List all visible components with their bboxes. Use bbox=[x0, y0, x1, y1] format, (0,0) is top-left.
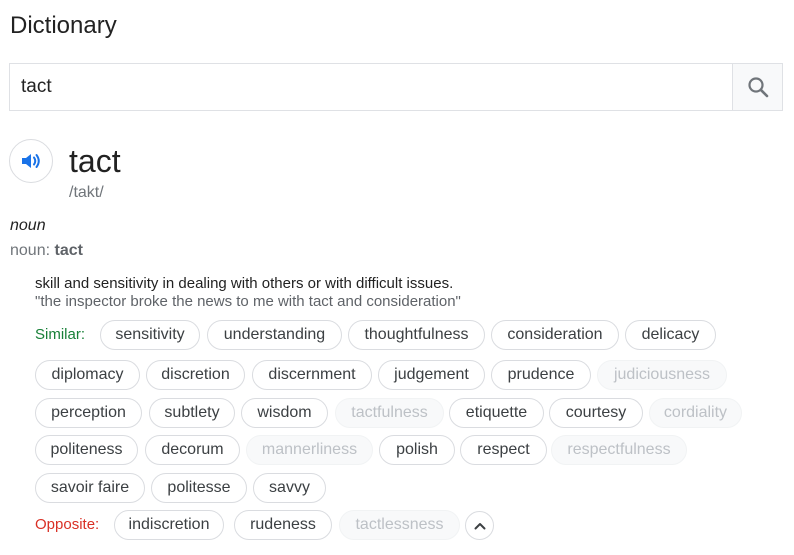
similar-word-chip[interactable]: diplomacy bbox=[35, 360, 140, 390]
similar-word-chip[interactable]: subtlety bbox=[149, 398, 235, 428]
similar-word-chip[interactable]: respectfulness bbox=[551, 435, 687, 465]
similar-word-chip[interactable]: courtesy bbox=[549, 398, 643, 428]
headword: tact bbox=[69, 143, 121, 179]
similar-word-chip[interactable]: delicacy bbox=[625, 320, 716, 350]
search-icon bbox=[747, 77, 768, 98]
opposite-word-chip[interactable]: tactlessness bbox=[339, 510, 460, 540]
similar-word-chip[interactable]: respect bbox=[460, 435, 547, 465]
similar-word-chip[interactable]: consideration bbox=[491, 320, 619, 350]
similar-word-chip[interactable]: sensitivity bbox=[100, 320, 200, 350]
expand-button[interactable] bbox=[465, 511, 494, 540]
opposite-label: Opposite: bbox=[35, 516, 100, 533]
chevron-up-icon bbox=[474, 522, 485, 529]
speaker-icon bbox=[22, 154, 40, 168]
example-sentence: "the inspector broke the news to me with… bbox=[35, 293, 461, 310]
similar-word-chip[interactable]: mannerliness bbox=[246, 435, 373, 465]
similar-word-chip[interactable]: savvy bbox=[253, 473, 326, 503]
similar-word-chip[interactable]: cordiality bbox=[649, 398, 742, 428]
similar-word-chip[interactable]: decorum bbox=[145, 435, 240, 465]
similar-word-chip[interactable]: politesse bbox=[151, 473, 247, 503]
search-button[interactable] bbox=[732, 64, 782, 110]
similar-word-chip[interactable]: prudence bbox=[491, 360, 591, 390]
opposite-word-chip[interactable]: indiscretion bbox=[114, 510, 224, 540]
similar-word-chip[interactable]: judgement bbox=[378, 360, 485, 390]
pronunciation-button[interactable] bbox=[9, 139, 53, 183]
similar-word-chip[interactable]: tactfulness bbox=[335, 398, 444, 428]
similar-word-chip[interactable]: thoughtfulness bbox=[348, 320, 485, 350]
part-of-speech: noun bbox=[10, 217, 46, 234]
similar-word-chip[interactable]: judiciousness bbox=[597, 360, 727, 390]
phonetic: /takt/ bbox=[69, 184, 104, 201]
similar-word-chip[interactable]: discernment bbox=[252, 360, 372, 390]
similar-word-chip[interactable]: understanding bbox=[207, 320, 342, 350]
similar-word-chip[interactable]: wisdom bbox=[241, 398, 328, 428]
similar-word-chip[interactable]: politeness bbox=[35, 435, 138, 465]
search-bar bbox=[9, 63, 783, 111]
definition: skill and sensitivity in dealing with ot… bbox=[35, 275, 454, 292]
search-input[interactable] bbox=[10, 64, 732, 110]
similar-word-chip[interactable]: polish bbox=[379, 435, 455, 465]
similar-word-chip[interactable]: etiquette bbox=[449, 398, 544, 428]
noun-label: noun: bbox=[10, 242, 55, 259]
similar-word-chip[interactable]: discretion bbox=[146, 360, 245, 390]
page-title: Dictionary bbox=[10, 12, 117, 39]
noun-word: tact bbox=[54, 242, 83, 259]
opposite-word-chip[interactable]: rudeness bbox=[234, 510, 332, 540]
similar-word-chip[interactable]: perception bbox=[35, 398, 142, 428]
similar-word-chip[interactable]: savoir faire bbox=[35, 473, 145, 503]
noun-line: noun: tact bbox=[10, 242, 83, 260]
similar-label: Similar: bbox=[35, 326, 86, 343]
